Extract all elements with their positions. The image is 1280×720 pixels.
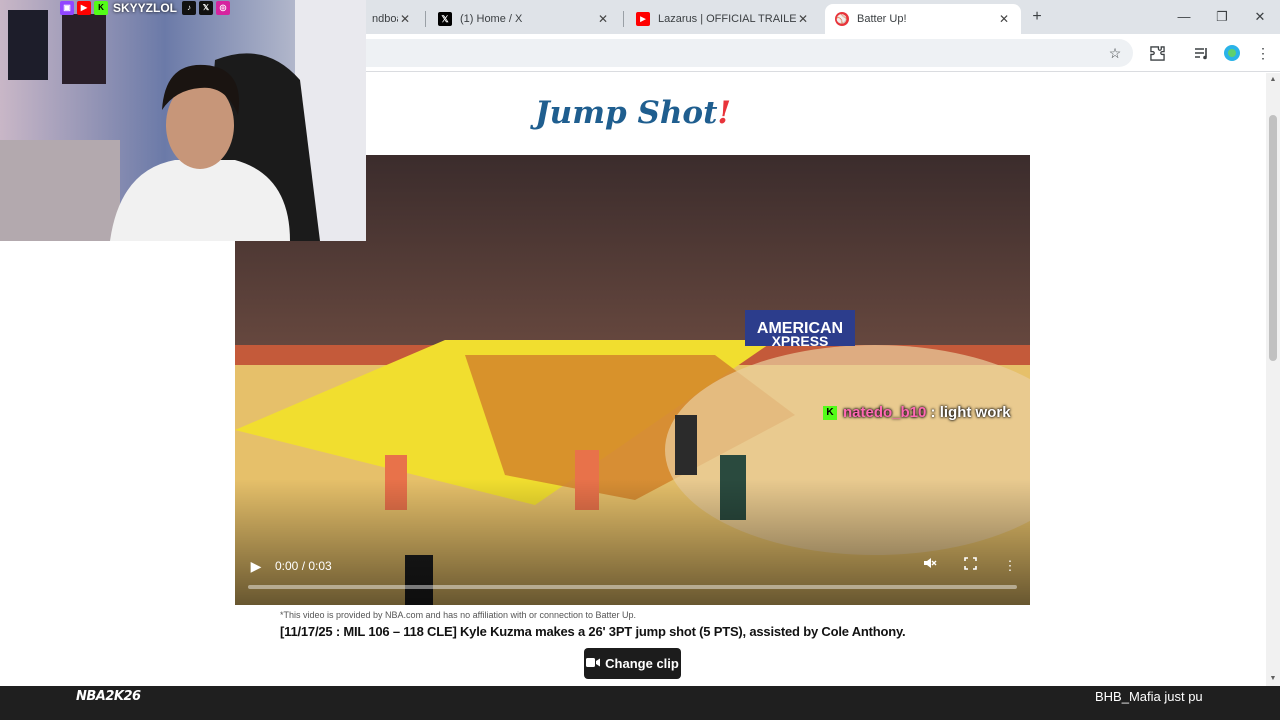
play-icon[interactable]: ▶	[245, 555, 267, 577]
stream-bottom-bar: NBA2K26 BHB_Mafia just pu	[0, 686, 1280, 720]
screen: { "browser": { "tabs": [ {"title": "ndbo…	[0, 0, 1280, 720]
tiktok-icon: ♪	[182, 0, 197, 15]
scroll-up-arrow-icon[interactable]: ▲	[1266, 73, 1280, 87]
webcam-overlay: ▣ ▶ K SKYYZLOL ♪ 𝕏 ◎	[0, 0, 366, 241]
camera-icon	[586, 656, 601, 671]
social-links-bar: ▣ ▶ K SKYYZLOL ♪ 𝕏 ◎	[60, 0, 231, 15]
x-icon: 𝕏	[438, 12, 452, 26]
fullscreen-icon[interactable]	[959, 555, 981, 577]
x-icon: 𝕏	[199, 0, 214, 15]
tab-x-home[interactable]: 𝕏 (1) Home / X ✕	[428, 4, 620, 34]
nba2k26-logo: NBA2K26	[76, 689, 141, 704]
webcam-feed-image	[0, 0, 366, 241]
tab-divider	[623, 11, 624, 27]
change-clip-button[interactable]: Change clip	[584, 648, 681, 679]
tab-title: Lazarus | OFFICIAL TRAILER | ad	[658, 13, 796, 25]
chat-message-text: light work	[939, 404, 1011, 421]
new-tab-button[interactable]: +	[1027, 8, 1047, 26]
menu-icon[interactable]: ⋮	[1252, 42, 1274, 64]
close-tab-icon[interactable]: ✕	[596, 12, 610, 26]
chat-separator: :	[926, 404, 940, 421]
kick-icon: K	[94, 0, 108, 15]
tab-title: Batter Up!	[857, 13, 907, 25]
instagram-icon: ◎	[216, 0, 231, 15]
chat-username: natedo_b10	[843, 404, 927, 421]
close-tab-icon[interactable]: ✕	[997, 12, 1011, 26]
more-options-icon[interactable]: ⋮	[999, 555, 1021, 577]
tab-batter-up[interactable]: ⚾ Batter Up! ✕	[825, 4, 1021, 34]
close-window-button[interactable]: ✕	[1240, 6, 1280, 28]
page-title-exclamation: !	[717, 95, 731, 131]
reading-list-icon[interactable]	[1190, 42, 1212, 64]
page-scrollbar[interactable]: ▲ ▼	[1266, 73, 1280, 686]
youtube-icon: ▶	[77, 0, 91, 15]
logo-text: NBA2K26	[76, 689, 141, 704]
streamer-name: SKYYZLOL	[113, 0, 178, 15]
video-disclaimer: *This video is provided by NBA.com and h…	[280, 610, 637, 620]
tab-divider	[425, 11, 426, 27]
muted-volume-icon[interactable]	[919, 555, 941, 577]
close-tab-icon[interactable]: ✕	[398, 12, 412, 26]
chat-message-overlay: K natedo_b10 : light work	[823, 404, 1011, 421]
address-bar[interactable]	[340, 39, 1133, 67]
kick-badge-icon: K	[823, 405, 837, 420]
tab-handbook[interactable]: ndboa ✕	[362, 4, 422, 34]
tab-title: ndboa	[372, 13, 398, 25]
tab-title: (1) Home / X	[460, 13, 523, 25]
restore-button[interactable]: ❐	[1202, 6, 1242, 28]
tab-youtube-lazarus[interactable]: ▶ Lazarus | OFFICIAL TRAILER | ad ✕	[626, 4, 820, 34]
scrollbar-thumb[interactable]	[1269, 115, 1277, 361]
scroll-down-arrow-icon[interactable]: ▼	[1266, 672, 1280, 686]
close-tab-icon[interactable]: ✕	[796, 12, 810, 26]
minimize-button[interactable]: —	[1164, 6, 1204, 28]
bookmark-star-icon[interactable]: ☆	[1104, 42, 1126, 64]
change-clip-label: Change clip	[605, 656, 679, 671]
extensions-icon[interactable]	[1146, 42, 1168, 64]
profile-icon[interactable]	[1221, 42, 1243, 64]
event-ticker: BHB_Mafia just pu	[1095, 689, 1203, 704]
twitch-icon: ▣	[60, 0, 74, 15]
clip-caption: [11/17/25 : MIL 106 – 118 CLE] Kyle Kuzm…	[280, 624, 906, 639]
video-time-display: 0:00 / 0:03	[275, 559, 332, 573]
video-progress-bar[interactable]	[248, 585, 1017, 589]
page-title-text: Jump Shot	[534, 95, 718, 131]
youtube-icon: ▶	[636, 12, 650, 26]
batter-up-icon: ⚾	[835, 12, 849, 26]
